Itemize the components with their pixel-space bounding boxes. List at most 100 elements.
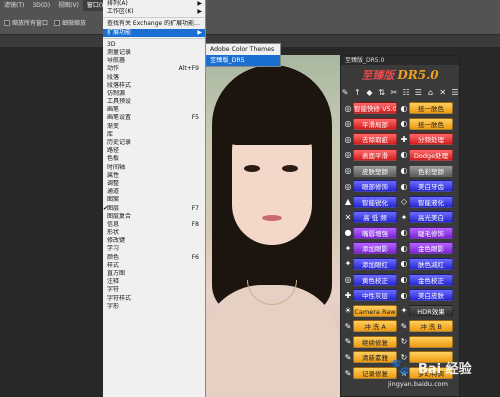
menu-item[interactable]: 仿制源 xyxy=(103,90,205,98)
panel-action-button[interactable]: 继续修复 xyxy=(353,335,397,348)
panel-toolbar-icon[interactable]: ☰ xyxy=(451,88,459,98)
menu-item[interactable]: 形状 xyxy=(103,229,205,237)
menu-item[interactable]: 属性 xyxy=(103,172,205,180)
menu-item-label: 图层复合 xyxy=(107,212,132,220)
menu-item[interactable]: 样式 xyxy=(103,262,205,270)
menubar-item[interactable]: 3D(D) xyxy=(28,0,54,11)
panel-action-button[interactable]: HDR效果 xyxy=(409,304,453,317)
panel-action-button[interactable]: 美白牙齿 xyxy=(409,180,453,193)
menu-item[interactable]: 段落样式 xyxy=(103,82,205,90)
panel-action-button[interactable]: 睫毛修饰 xyxy=(409,226,453,239)
menu-item[interactable]: 注释 xyxy=(103,278,205,286)
panel-cell: ◐ 肤色减红 xyxy=(399,257,453,271)
panel-action-button[interactable]: 冲 洗 B xyxy=(409,320,453,333)
panel-action-button[interactable]: Camera Raw xyxy=(353,304,397,317)
panel-toolbar-icon[interactable]: ✕ xyxy=(439,88,447,98)
submenu-item[interactable]: 至臻版_DR5 xyxy=(206,55,280,66)
menu-item-shortcut: F7 xyxy=(191,204,199,212)
panel-action-button[interactable]: 皮肤塑颜 xyxy=(353,164,397,177)
panel-action-button[interactable]: 肤色减红 xyxy=(409,257,453,270)
menu-item[interactable]: 字符样式 xyxy=(103,295,205,303)
panel-action-button[interactable]: 嘴唇增强 xyxy=(353,226,397,239)
menu-item-label: 画笔设置 xyxy=(107,114,132,122)
panel-action-button[interactable]: 美白皮肤 xyxy=(409,289,453,302)
panel-action-button[interactable]: 统一肤色 xyxy=(409,102,453,115)
dr5-plugin-panel: 至臻版_DR5.0 至臻版 DR5.0 ✎ ↑ ◆ ⇅ ✂ ☷ ☰ ⌂ ✕ ☰ ◎ 智能快修 V5.… xyxy=(340,55,460,397)
menu-item[interactable]: 历史记录 xyxy=(103,139,205,147)
menu-item[interactable]: 通道 xyxy=(103,188,205,196)
panel-action-button[interactable]: 色彩塑颜 xyxy=(409,164,453,177)
menu-item[interactable]: 色板 xyxy=(103,155,205,163)
panel-action-button[interactable]: 黄色校正 xyxy=(353,273,397,286)
menu-item[interactable]: 渐变 xyxy=(103,123,205,131)
menu-item-label: 仿制源 xyxy=(107,89,126,97)
menu-item[interactable]: 工作区(K) ▶ xyxy=(103,8,205,16)
panel-action-button[interactable]: 智能快修 V5.0 xyxy=(353,102,397,115)
panel-action-button[interactable]: Dodge处理 xyxy=(409,148,453,161)
panel-action-button[interactable]: 高 低 频 xyxy=(353,211,397,224)
panel-action-button[interactable]: 去除瑕疵 xyxy=(353,133,397,146)
menu-item[interactable]: 导航器 xyxy=(103,57,205,65)
menu-item[interactable]: 段落 xyxy=(103,74,205,82)
panel-button-icon: ☀ xyxy=(344,306,352,316)
menu-item[interactable]: 排列(A) ▶ xyxy=(103,0,205,8)
menu-item[interactable]: 扩展功能 ▶ xyxy=(103,28,205,37)
menu-item[interactable]: 学习 xyxy=(103,245,205,253)
menu-item[interactable]: 调整 xyxy=(103,180,205,188)
menu-item[interactable]: 颜色 F6 xyxy=(103,254,205,262)
panel-action-button[interactable] xyxy=(409,335,453,348)
panel-toolbar-icon[interactable]: ✂ xyxy=(390,88,398,98)
panel-action-button[interactable]: 智能液化 xyxy=(409,195,453,208)
panel-action-button[interactable]: 分频处理 xyxy=(409,133,453,146)
panel-action-button[interactable]: 表面平滑 xyxy=(353,148,397,161)
panel-action-button[interactable]: 高光美白 xyxy=(409,211,453,224)
panel-button-row: ✦ 添加眼红 ◐ 肤色减红 xyxy=(343,257,457,271)
menu-item[interactable]: 动作 Alt+F9 xyxy=(103,65,205,73)
menu-item[interactable]: 画笔设置 F5 xyxy=(103,114,205,122)
panel-action-button[interactable]: 添加眼红 xyxy=(353,257,397,270)
panel-toolbar-icon[interactable]: ⇅ xyxy=(378,88,386,98)
panel-action-button[interactable]: 平滑局部 xyxy=(353,117,397,130)
menu-item[interactable]: 3D xyxy=(103,41,205,49)
zoom-all-windows-checkbox[interactable]: 缩放所有窗口 xyxy=(4,18,48,27)
menu-item[interactable]: 路径 xyxy=(103,147,205,155)
menu-item[interactable]: 直方图 xyxy=(103,270,205,278)
panel-cell: ✎ 冲 洗 A xyxy=(343,319,397,333)
menu-item-label: 库 xyxy=(107,130,114,138)
panel-action-button[interactable]: 统一肤色 xyxy=(409,117,453,130)
panel-action-button[interactable]: 冲 洗 A xyxy=(353,320,397,333)
panel-toolbar-icon[interactable]: ☷ xyxy=(402,88,410,98)
menu-item-label: 属性 xyxy=(107,171,120,179)
panel-toolbar-icon[interactable]: ⌂ xyxy=(426,88,434,98)
menubar-item[interactable]: 滤镜(T) xyxy=(0,0,28,11)
panel-toolbar-icon[interactable]: ✎ xyxy=(341,88,349,98)
panel-toolbar-icon[interactable]: ☰ xyxy=(414,88,422,98)
menu-item[interactable]: 修改键 xyxy=(103,237,205,245)
menu-item[interactable]: 工具预设 xyxy=(103,98,205,106)
scrubby-zoom-checkbox[interactable]: 细微缩放 xyxy=(54,18,86,27)
menu-item[interactable]: 画笔 xyxy=(103,106,205,114)
menu-item[interactable]: 字形 xyxy=(103,303,205,311)
menu-item[interactable]: 图案 xyxy=(103,196,205,204)
menu-item[interactable]: 字符 xyxy=(103,286,205,294)
menu-item[interactable]: 图层复合 xyxy=(103,213,205,221)
panel-brand: 至臻版 DR5.0 xyxy=(341,65,459,85)
menu-item[interactable]: 测量记录 xyxy=(103,49,205,57)
submenu-item[interactable]: Adobe Color Themes xyxy=(206,44,280,55)
panel-action-button[interactable]: 中性灰层 xyxy=(353,289,397,302)
menu-item[interactable]: 时间轴 xyxy=(103,164,205,172)
panel-toolbar-icon[interactable]: ◆ xyxy=(365,88,373,98)
panel-action-button[interactable]: 金色眼影 xyxy=(409,242,453,255)
menu-item[interactable]: 查找有关 Exchange 的扩展功能... xyxy=(103,20,205,28)
panel-toolbar-icon[interactable]: ↑ xyxy=(353,88,361,98)
panel-action-button[interactable]: 金色校正 xyxy=(409,273,453,286)
options-bar: 缩放所有窗口 细微缩放 xyxy=(0,11,500,35)
menu-item-label: 调整 xyxy=(107,179,120,187)
menubar-item[interactable]: 视图(V) xyxy=(54,0,83,11)
menu-item[interactable]: ✔ 图层 F7 xyxy=(103,205,205,213)
menu-item[interactable]: 信息 F8 xyxy=(103,221,205,229)
panel-action-button[interactable]: 添加眼影 xyxy=(353,242,397,255)
menu-item[interactable]: 库 xyxy=(103,131,205,139)
panel-action-button[interactable]: 智能锐化 xyxy=(353,195,397,208)
panel-action-button[interactable]: 眼部修饰 xyxy=(353,180,397,193)
